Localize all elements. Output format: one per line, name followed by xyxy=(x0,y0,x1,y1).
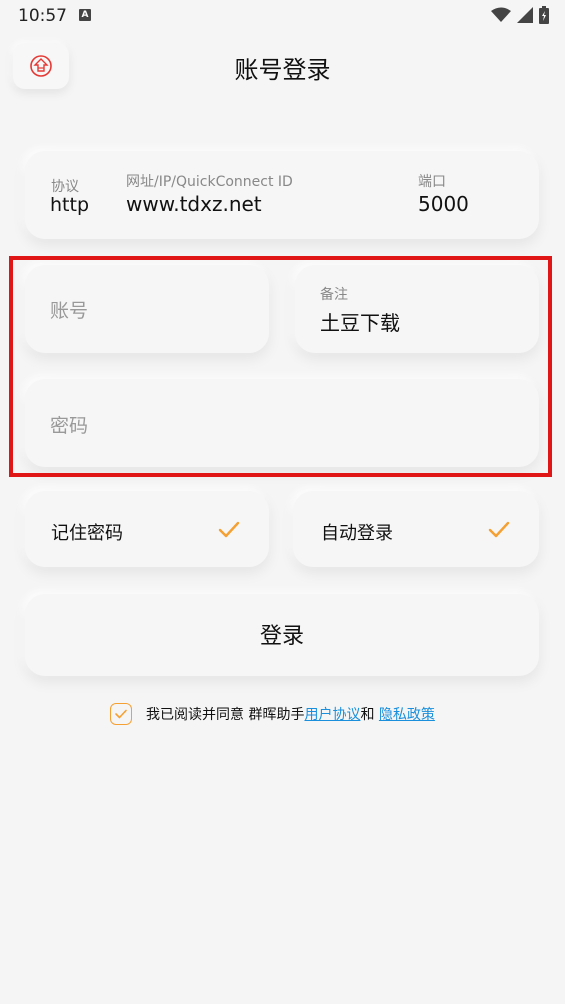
server-card[interactable]: 协议 http 网址/IP/QuickConnect ID www.tdxz.n… xyxy=(25,151,539,239)
protocol-value[interactable]: http xyxy=(50,194,89,216)
signal-icon xyxy=(517,7,533,23)
wifi-icon xyxy=(491,7,511,22)
auto-login-label: 自动登录 xyxy=(321,523,393,544)
battery-icon xyxy=(539,6,549,24)
checkmark-icon xyxy=(488,521,510,538)
privacy-policy-link[interactable]: 隐私政策 xyxy=(379,704,435,724)
login-button[interactable]: 登录 xyxy=(25,594,539,676)
login-button-label: 登录 xyxy=(259,624,304,649)
checkmark-icon xyxy=(218,521,240,538)
agreement-checkbox[interactable] xyxy=(110,703,132,725)
agreement-and: 和 xyxy=(360,707,379,723)
agreement-text: 我已阅读并同意 群晖助手 xyxy=(146,707,305,723)
user-agreement-link[interactable]: 用户协议 xyxy=(304,704,360,724)
address-value[interactable]: www.tdxz.net xyxy=(126,192,262,216)
status-bar: 10:57 A xyxy=(0,0,565,32)
status-icons xyxy=(491,6,549,24)
agreement-row: 我已阅读并同意 群晖助手 用户协议 和 隐私政策 xyxy=(110,703,435,725)
page-title: 账号登录 xyxy=(234,56,331,84)
remember-password-toggle[interactable]: 记住密码 xyxy=(25,491,269,567)
port-value[interactable]: 5000 xyxy=(418,192,469,216)
highlight-annotation xyxy=(9,256,552,477)
protocol-label: 协议 xyxy=(51,179,79,195)
notification-icon: A xyxy=(79,9,91,21)
port-label: 端口 xyxy=(418,174,446,190)
status-time: 10:57 xyxy=(18,6,67,26)
remember-password-label: 记住密码 xyxy=(51,523,123,544)
address-label: 网址/IP/QuickConnect ID xyxy=(126,174,293,190)
auto-login-toggle[interactable]: 自动登录 xyxy=(293,491,539,567)
checkmark-icon xyxy=(115,709,127,719)
